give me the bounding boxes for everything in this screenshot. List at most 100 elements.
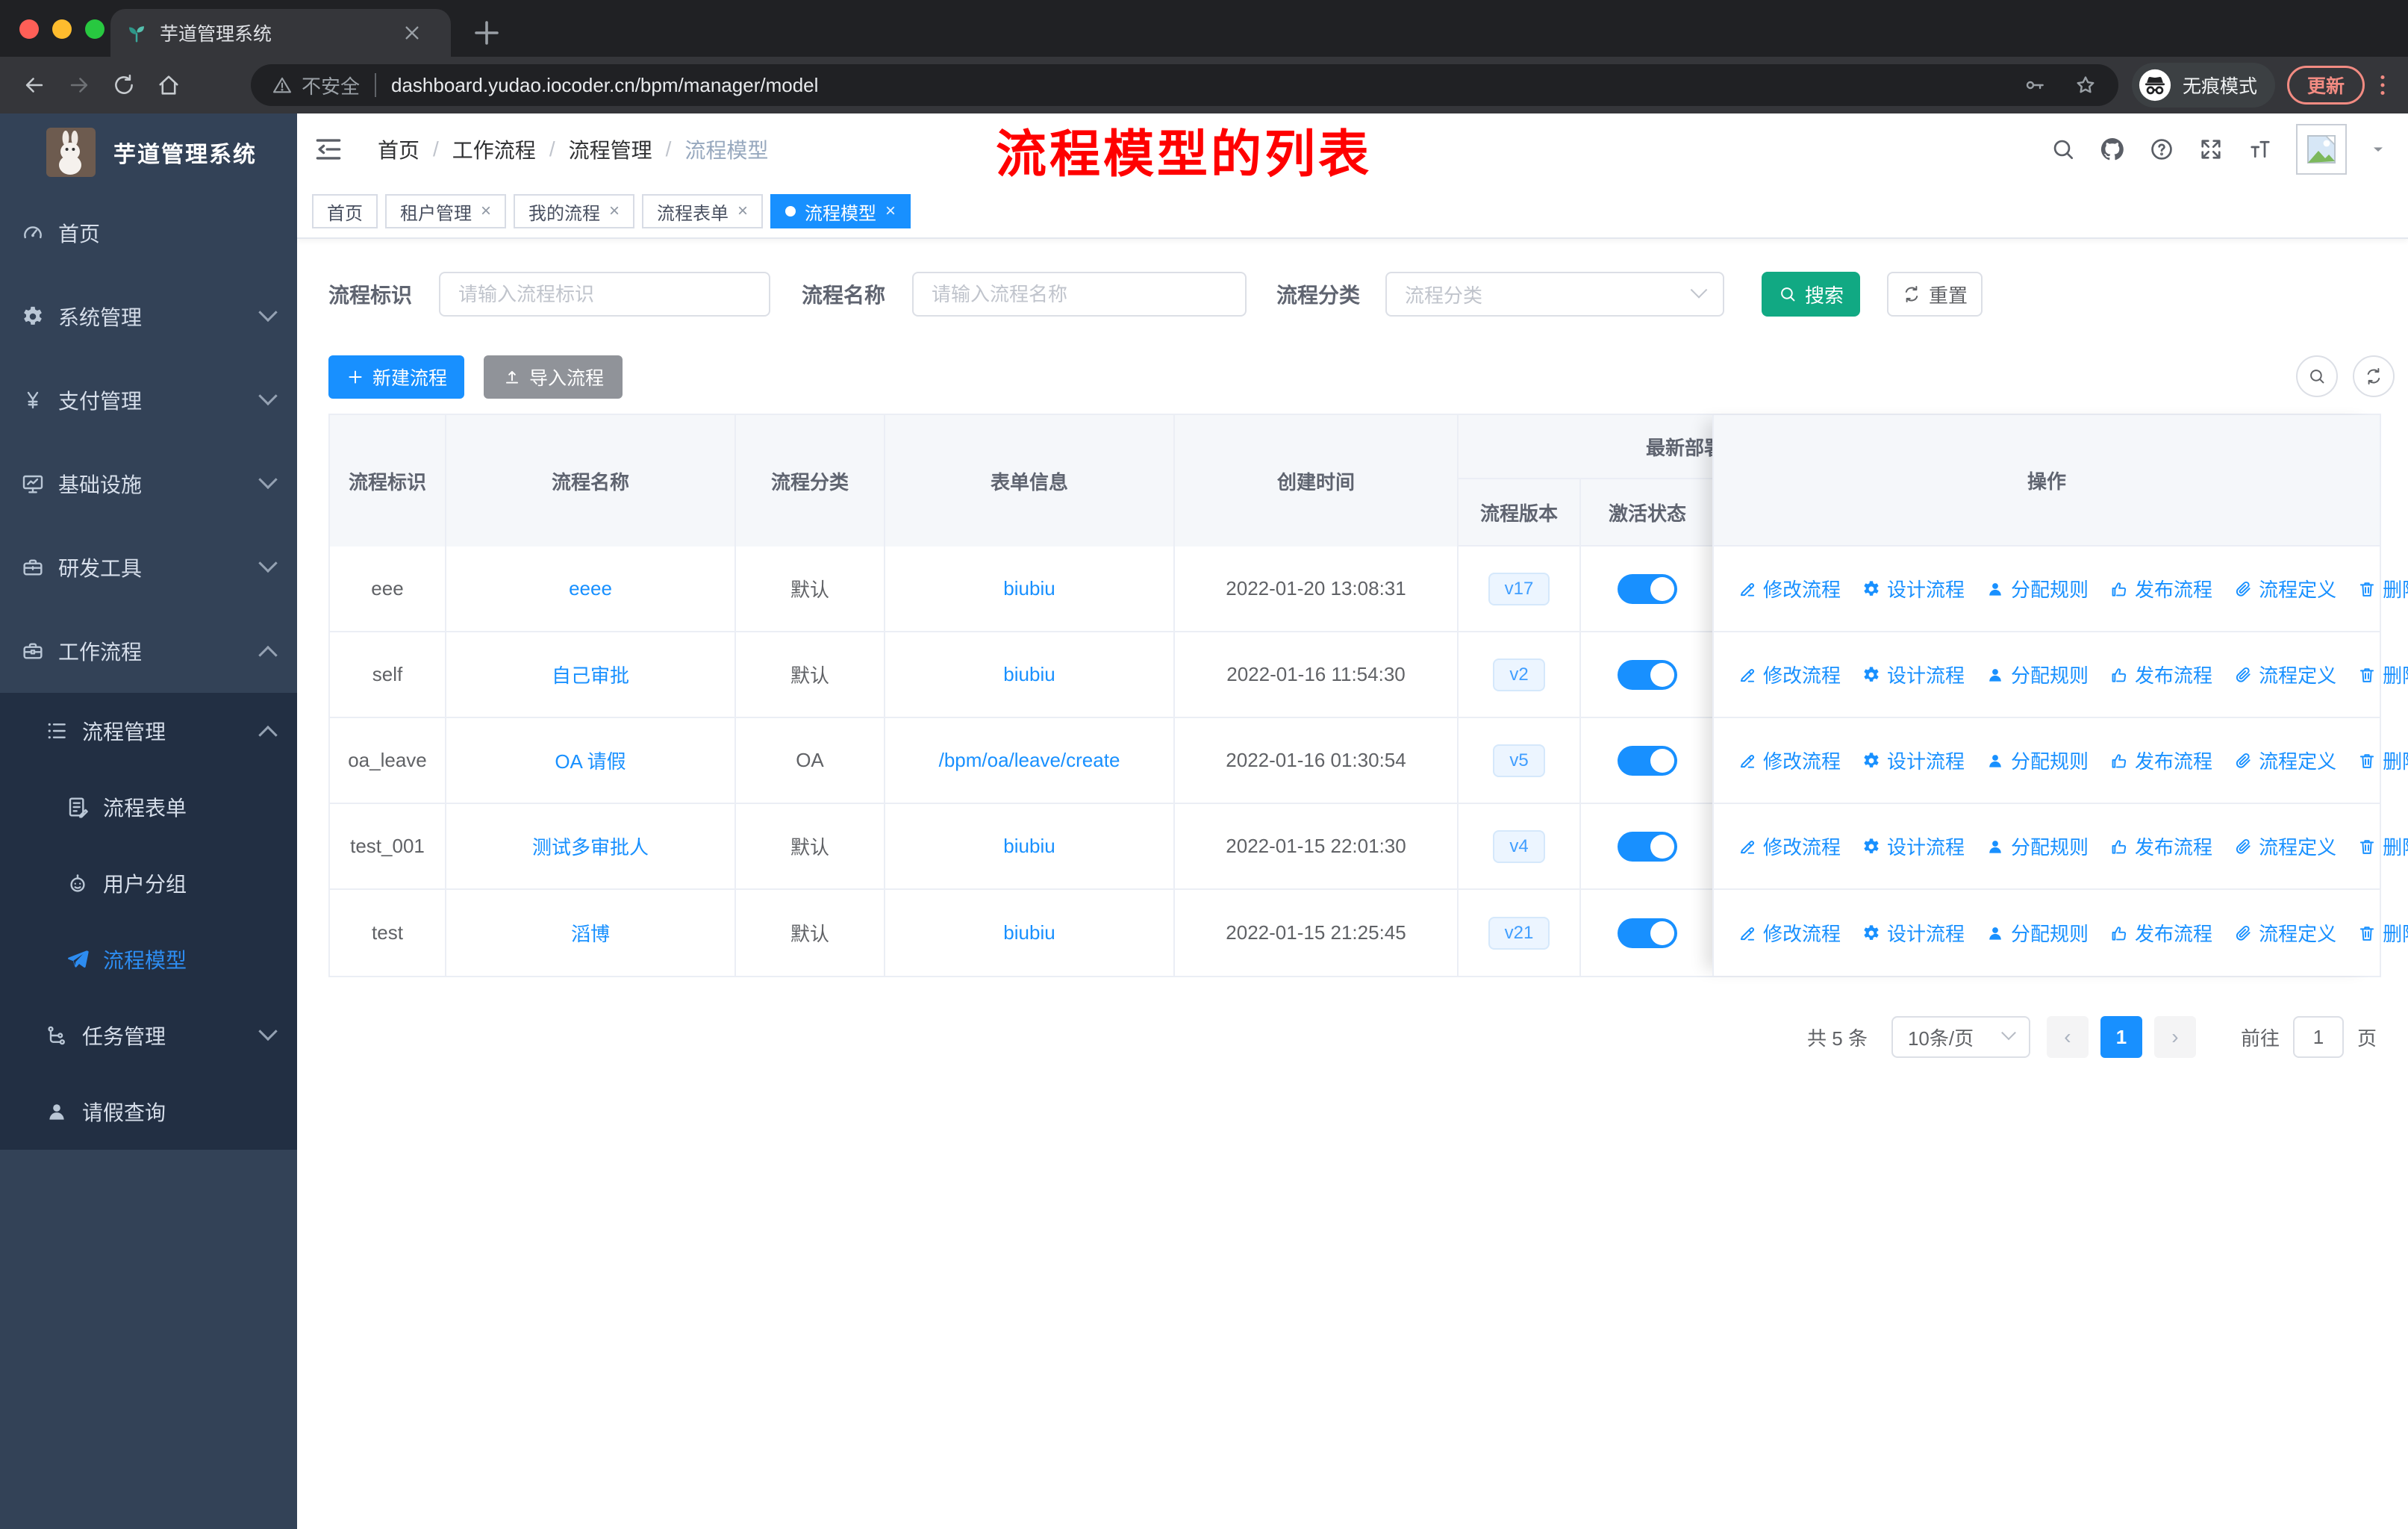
sidebar-item[interactable]: 首页 (0, 191, 297, 275)
action-assign-link[interactable]: 分配规则 (1986, 747, 2089, 774)
action-assign-link[interactable]: 分配规则 (1986, 919, 2089, 947)
next-page-button[interactable]: › (2153, 1016, 2196, 1058)
goto-page-input[interactable] (2292, 1016, 2344, 1058)
home-button[interactable] (146, 63, 191, 108)
sidebar-item[interactable]: 流程表单 (0, 769, 297, 845)
active-status-toggle[interactable] (1618, 659, 1677, 690)
cell-process-name-link[interactable]: OA 请假 (555, 747, 626, 774)
tag-close-icon[interactable]: × (885, 201, 896, 222)
browser-tab[interactable]: 芋道管理系统 (110, 9, 451, 57)
action-publish-link[interactable]: 发布流程 (2109, 661, 2212, 688)
cell-form-info-link[interactable]: biubiu (1003, 835, 1055, 858)
breadcrumb-workflow[interactable]: 工作流程 (452, 134, 536, 164)
action-publish-link[interactable]: 发布流程 (2109, 919, 2212, 947)
reload-button[interactable] (102, 63, 146, 108)
active-status-toggle[interactable] (1618, 918, 1677, 948)
cell-process-name-link[interactable]: 滔博 (571, 919, 610, 947)
cell-form-info-link[interactable]: biubiu (1003, 663, 1055, 686)
process-category-select[interactable]: 流程分类 (1385, 272, 1725, 317)
sidebar-logo[interactable]: 芋道管理系统 (0, 113, 297, 191)
page-size-select[interactable]: 10条/页 (1891, 1016, 2030, 1058)
tab-close-icon[interactable] (400, 21, 424, 45)
sidebar-item[interactable]: 系统管理 (0, 275, 297, 358)
action-definition-link[interactable]: 流程定义 (2233, 919, 2336, 947)
toggle-search-button[interactable] (2296, 355, 2338, 397)
prev-page-button[interactable]: ‹ (2046, 1016, 2089, 1058)
update-button[interactable]: 更新 (2286, 66, 2365, 105)
sidebar-item[interactable]: 流程管理 (0, 693, 297, 769)
tag-close-icon[interactable]: × (609, 201, 620, 222)
browser-menu-button[interactable] (2369, 69, 2396, 102)
tag-item[interactable]: 流程表单 × (642, 194, 764, 228)
action-design-link[interactable]: 设计流程 (1862, 575, 1965, 602)
action-publish-link[interactable]: 发布流程 (2109, 747, 2212, 774)
sidebar-item[interactable]: 研发工具 (0, 526, 297, 609)
action-edit-link[interactable]: 修改流程 (1738, 832, 1841, 860)
bookmark-star-icon[interactable] (2074, 73, 2097, 97)
search-icon[interactable] (2050, 136, 2077, 163)
tag-item[interactable]: 租户管理 × (385, 194, 507, 228)
forward-button[interactable] (57, 63, 102, 108)
action-definition-link[interactable]: 流程定义 (2233, 747, 2336, 774)
new-tab-button[interactable] (469, 15, 505, 51)
sidebar-item[interactable]: 流程模型 (0, 921, 297, 997)
fullscreen-icon[interactable] (2198, 136, 2224, 163)
maximize-window-button[interactable] (85, 19, 105, 39)
active-status-toggle[interactable] (1618, 573, 1677, 604)
cell-form-info-link[interactable]: /bpm/oa/leave/create (939, 749, 1120, 772)
action-assign-link[interactable]: 分配规则 (1986, 575, 2089, 602)
reset-button[interactable]: 重置 (1887, 272, 1983, 317)
avatar[interactable] (2296, 124, 2347, 175)
action-delete-link[interactable]: 删除 (2357, 832, 2408, 860)
back-button[interactable] (12, 63, 57, 108)
close-window-button[interactable] (19, 19, 39, 39)
import-process-button[interactable]: 导入流程 (484, 355, 623, 399)
sidebar-collapse-button[interactable] (312, 133, 345, 166)
process-name-input[interactable] (912, 272, 1247, 317)
sidebar-item[interactable]: 工作流程 (0, 609, 297, 693)
sidebar-item[interactable]: 任务管理 (0, 997, 297, 1074)
font-size-icon[interactable] (2247, 136, 2274, 163)
cell-process-name-link[interactable]: eeee (569, 577, 612, 600)
action-design-link[interactable]: 设计流程 (1862, 661, 1965, 688)
action-delete-link[interactable]: 删除 (2357, 661, 2408, 688)
action-definition-link[interactable]: 流程定义 (2233, 575, 2336, 602)
action-delete-link[interactable]: 删除 (2357, 575, 2408, 602)
breadcrumb-process-manage[interactable]: 流程管理 (569, 134, 652, 164)
search-button[interactable]: 搜索 (1762, 272, 1861, 317)
action-definition-link[interactable]: 流程定义 (2233, 661, 2336, 688)
breadcrumb-home[interactable]: 首页 (378, 134, 419, 164)
github-icon[interactable] (2099, 136, 2126, 163)
password-key-icon[interactable] (2023, 73, 2047, 97)
minimize-window-button[interactable] (52, 19, 72, 39)
tag-close-icon[interactable]: × (737, 201, 748, 222)
process-id-input[interactable] (439, 272, 771, 317)
action-assign-link[interactable]: 分配规则 (1986, 832, 2089, 860)
action-delete-link[interactable]: 删除 (2357, 919, 2408, 947)
tag-item[interactable]: 首页 (312, 194, 378, 228)
cell-form-info-link[interactable]: biubiu (1003, 921, 1055, 944)
action-design-link[interactable]: 设计流程 (1862, 919, 1965, 947)
action-publish-link[interactable]: 发布流程 (2109, 575, 2212, 602)
action-edit-link[interactable]: 修改流程 (1738, 575, 1841, 602)
tag-close-icon[interactable]: × (481, 201, 491, 222)
sidebar-item[interactable]: 支付管理 (0, 358, 297, 442)
action-edit-link[interactable]: 修改流程 (1738, 661, 1841, 688)
cell-process-name-link[interactable]: 测试多审批人 (532, 832, 649, 860)
sidebar-item[interactable]: 基础设施 (0, 442, 297, 526)
current-page-button[interactable]: 1 (2100, 1016, 2142, 1058)
cell-form-info-link[interactable]: biubiu (1003, 577, 1055, 600)
action-delete-link[interactable]: 删除 (2357, 747, 2408, 774)
action-definition-link[interactable]: 流程定义 (2233, 832, 2336, 860)
action-publish-link[interactable]: 发布流程 (2109, 832, 2212, 860)
sidebar-item[interactable]: 用户分组 (0, 845, 297, 921)
refresh-table-button[interactable] (2353, 355, 2395, 397)
tag-item[interactable]: 我的流程 × (514, 194, 635, 228)
tag-active[interactable]: 流程模型 × (770, 194, 911, 228)
action-design-link[interactable]: 设计流程 (1862, 832, 1965, 860)
action-edit-link[interactable]: 修改流程 (1738, 747, 1841, 774)
help-icon[interactable] (2148, 136, 2175, 163)
create-process-button[interactable]: 新建流程 (328, 355, 464, 399)
sidebar-item[interactable]: 请假查询 (0, 1074, 297, 1150)
action-design-link[interactable]: 设计流程 (1862, 747, 1965, 774)
